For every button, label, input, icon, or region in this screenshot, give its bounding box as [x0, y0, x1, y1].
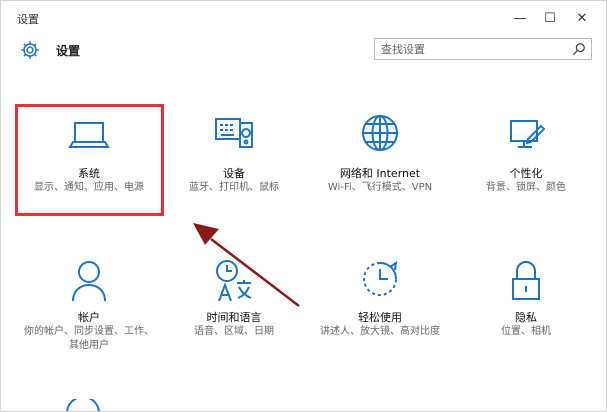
tile-personalization-name: 个性化 — [509, 167, 543, 180]
tile-ease-of-access-name: 轻松使用 — [358, 311, 402, 324]
tile-personalization[interactable]: 个性化 背景、锁屏、颜色 — [451, 113, 601, 243]
time-language-icon — [216, 260, 252, 302]
title-bar: 设置 — ☐ ✕ — [1, 1, 606, 35]
highlight-box — [15, 104, 164, 216]
gear-icon — [21, 41, 39, 59]
search-box[interactable] — [374, 38, 592, 60]
tile-accounts-desc: 你的帐户、同步设置、工作、其他用户 — [24, 326, 154, 351]
person-icon — [72, 261, 106, 302]
tile-devices[interactable]: 设备 蓝牙、打印机、鼠标 — [159, 113, 309, 243]
tile-accounts-name: 帐户 — [78, 311, 100, 324]
tile-personalization-desc: 背景、锁屏、颜色 — [486, 182, 566, 193]
tile-time-language[interactable]: 时间和语言 语音、区域、日期 — [159, 257, 309, 387]
tile-ease-of-access[interactable]: 轻松使用 讲述人、放大镜、高对比度 — [305, 257, 455, 387]
tile-devices-desc: 蓝牙、打印机、鼠标 — [189, 182, 279, 193]
page-title: 设置 — [56, 44, 81, 58]
devices-icon — [215, 118, 253, 148]
tile-devices-name: 设备 — [223, 167, 245, 180]
window-title: 设置 — [17, 13, 39, 26]
tile-network[interactable]: 网络和 Internet Wi-Fi、飞行模式、VPN — [305, 113, 455, 243]
update-icon — [66, 399, 100, 411]
tile-network-name: 网络和 Internet — [339, 167, 421, 180]
minimize-button[interactable]: — — [506, 7, 534, 29]
tile-privacy-name: 隐私 — [515, 311, 537, 324]
close-button[interactable]: ✕ — [568, 7, 596, 29]
personalization-icon — [510, 120, 546, 148]
tile-privacy-desc: 位置、相机 — [501, 326, 551, 337]
tile-time-language-name: 时间和语言 — [206, 311, 262, 324]
tile-ease-of-access-desc: 讲述人、放大镜、高对比度 — [320, 326, 440, 337]
settings-window: 设置 — ☐ ✕ 设置 系统 显示、通知、应用、电源 — [0, 0, 607, 412]
tile-network-desc: Wi-Fi、飞行模式、VPN — [327, 182, 433, 193]
globe-icon — [362, 115, 398, 151]
tile-time-language-desc: 语音、区域、日期 — [194, 326, 274, 337]
search-icon[interactable] — [572, 42, 586, 56]
search-input[interactable] — [375, 39, 571, 59]
tile-accounts[interactable]: 帐户 你的帐户、同步设置、工作、其他用户 — [14, 257, 164, 387]
tile-privacy[interactable]: 隐私 位置、相机 — [451, 257, 601, 387]
maximize-button[interactable]: ☐ — [536, 7, 564, 29]
lock-icon — [512, 261, 540, 300]
ease-of-access-icon — [363, 260, 398, 296]
